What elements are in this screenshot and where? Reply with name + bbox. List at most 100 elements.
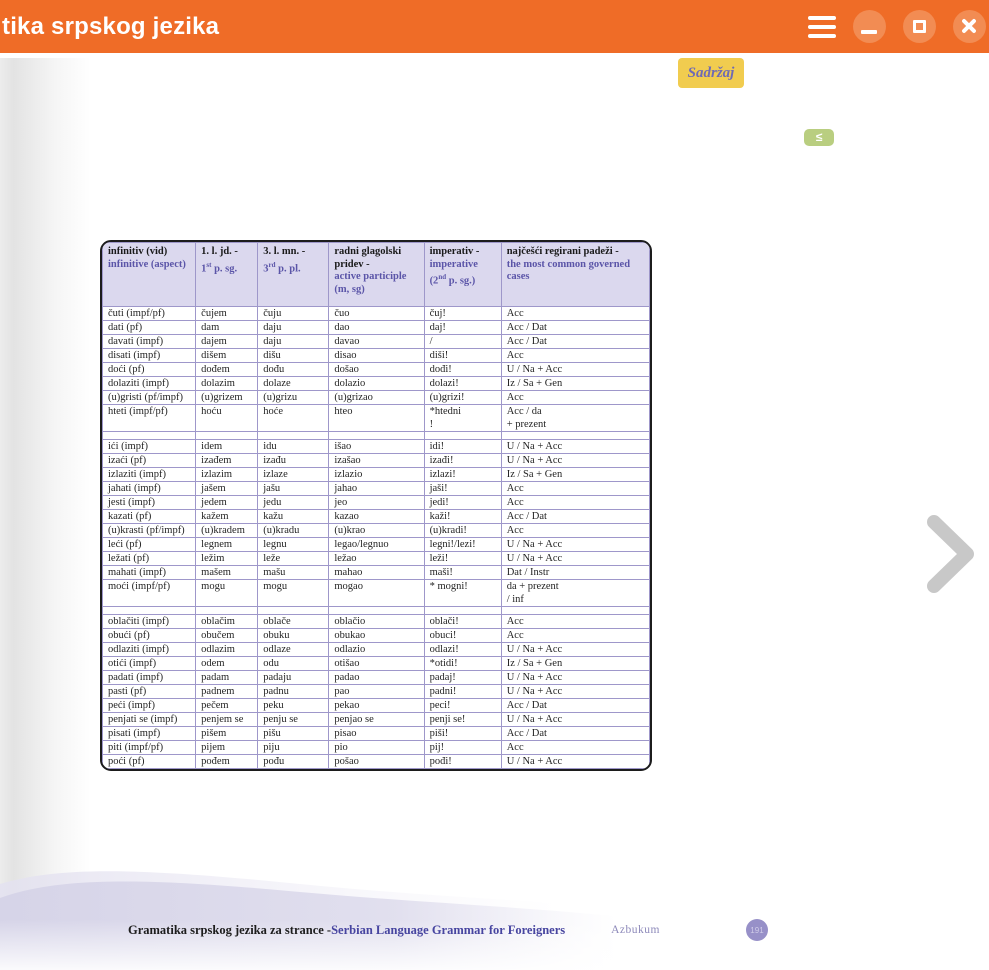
table-cell: disao: [329, 349, 424, 363]
table-cell: dam: [196, 321, 258, 335]
table-row: dolaziti (impf)dolazimdolazedolaziodolaz…: [103, 377, 650, 391]
table-cell: dolaze: [258, 377, 329, 391]
table-cell: Acc / Dat: [501, 321, 649, 335]
table-cell: Acc: [501, 629, 649, 643]
table-cell: ležati (pf): [103, 552, 196, 566]
table-cell: izlazi!: [424, 468, 501, 482]
table-cell: pekao: [329, 699, 424, 713]
table-cell: izlaziti (impf): [103, 468, 196, 482]
table-cell: kažem: [196, 510, 258, 524]
table-cell: odlaziti (impf): [103, 643, 196, 657]
table-cell: U / Na + Acc: [501, 552, 649, 566]
table-row: peći (impf)pečempekupekaopeci!Acc / Dat: [103, 699, 650, 713]
table-cell: legnu: [258, 538, 329, 552]
table-cell: U / Na + Acc: [501, 454, 649, 468]
table-cell: hteo: [329, 405, 424, 432]
window-controls: [808, 0, 986, 53]
table-cell: mahao: [329, 566, 424, 580]
contents-button[interactable]: Sadržaj: [678, 58, 744, 88]
footer-title-serbian: Gramatika srpskog jezika za strance -: [128, 923, 331, 938]
table-cell: dolazio: [329, 377, 424, 391]
table-cell: jedi!: [424, 496, 501, 510]
table-cell: Acc: [501, 482, 649, 496]
table-cell: U / Na + Acc: [501, 685, 649, 699]
table-cell: leži!: [424, 552, 501, 566]
table-cell: Acc: [501, 524, 649, 538]
maximize-button[interactable]: [903, 10, 936, 43]
table-cell: Acc: [501, 615, 649, 629]
table-cell: mahati (impf): [103, 566, 196, 580]
table-cell: mogu: [196, 580, 258, 607]
table-cell: izađem: [196, 454, 258, 468]
table-cell: ležim: [196, 552, 258, 566]
table-cell: jesti (impf): [103, 496, 196, 510]
table-cell: kazati (pf): [103, 510, 196, 524]
table-cell: pišem: [196, 727, 258, 741]
table-cell: padaju: [258, 671, 329, 685]
table-cell: oblačio: [329, 615, 424, 629]
table-cell: legnem: [196, 538, 258, 552]
table-cell: izađu: [258, 454, 329, 468]
table-cell: jašu: [258, 482, 329, 496]
table-cell: peci!: [424, 699, 501, 713]
table-cell: (u)kradu: [258, 524, 329, 538]
close-button[interactable]: [953, 10, 986, 43]
table-cell: idu: [258, 440, 329, 454]
page-footer: Gramatika srpskog jezika za strance - Se…: [128, 919, 768, 941]
table-cell: U / Na + Acc: [501, 713, 649, 727]
verb-conjugation-table: infinitiv (vid)infinitive (aspect)1. l. …: [100, 240, 652, 771]
group-spacer-row: [103, 432, 650, 440]
table-cell: daju: [258, 321, 329, 335]
table-cell: doći (pf): [103, 363, 196, 377]
column-header: radni glagolski pridev -active participl…: [329, 243, 424, 307]
page-number-badge: 191: [746, 919, 768, 941]
next-page-button[interactable]: [922, 512, 980, 596]
table-cell: jahati (impf): [103, 482, 196, 496]
page-left-edge-shading: [0, 58, 95, 970]
minimize-button[interactable]: [853, 10, 886, 43]
menu-icon[interactable]: [808, 16, 836, 38]
table-cell: * mogni!: [424, 580, 501, 607]
table-cell: dišem: [196, 349, 258, 363]
table-cell: dajem: [196, 335, 258, 349]
table-cell: *htedni !: [424, 405, 501, 432]
table-cell: U / Na + Acc: [501, 643, 649, 657]
table-cell: odlazim: [196, 643, 258, 657]
nav-back-toggle-button[interactable]: ≤: [804, 129, 834, 146]
table-cell: oblačiti (impf): [103, 615, 196, 629]
table-cell: dođem: [196, 363, 258, 377]
table-row: piti (impf/pf)pijempijupiopij!Acc: [103, 741, 650, 755]
table-row: čuti (impf/pf)čujemčujučuočuj!Acc: [103, 307, 650, 321]
table-cell: pijem: [196, 741, 258, 755]
table-cell: otišao: [329, 657, 424, 671]
table-row: disati (impf)dišemdišudisaodiši!Acc: [103, 349, 650, 363]
table-row: ići (impf)idemiduišaoidi!U / Na + Acc: [103, 440, 650, 454]
table-cell: izašao: [329, 454, 424, 468]
table-cell: Acc / da + prezent: [501, 405, 649, 432]
table-cell: U / Na + Acc: [501, 440, 649, 454]
column-header: najčešći regirani padeži -the most commo…: [501, 243, 649, 307]
table-cell: oblače: [258, 615, 329, 629]
table-cell: padni!: [424, 685, 501, 699]
table-cell: padati (impf): [103, 671, 196, 685]
table-row: dati (pf)damdajudaodaj!Acc / Dat: [103, 321, 650, 335]
table-cell: hoću: [196, 405, 258, 432]
table-row: pasti (pf)padnempadnupaopadni!U / Na + A…: [103, 685, 650, 699]
table-cell: idem: [196, 440, 258, 454]
table-cell: pođem: [196, 755, 258, 769]
maximize-icon: [913, 20, 926, 33]
table-cell: jedu: [258, 496, 329, 510]
table-cell: pisati (impf): [103, 727, 196, 741]
table-cell: odlazio: [329, 643, 424, 657]
column-header: 1. l. jd. -1st p. sg.: [196, 243, 258, 307]
table-cell: dođu: [258, 363, 329, 377]
table-cell: mašem: [196, 566, 258, 580]
table-cell: čuti (impf/pf): [103, 307, 196, 321]
table-cell: leže: [258, 552, 329, 566]
table-cell: obući (pf): [103, 629, 196, 643]
table-cell: Acc / Dat: [501, 335, 649, 349]
table-cell: U / Na + Acc: [501, 755, 649, 769]
table-cell: Acc: [501, 391, 649, 405]
table-cell: otići (impf): [103, 657, 196, 671]
table-cell: izlaze: [258, 468, 329, 482]
